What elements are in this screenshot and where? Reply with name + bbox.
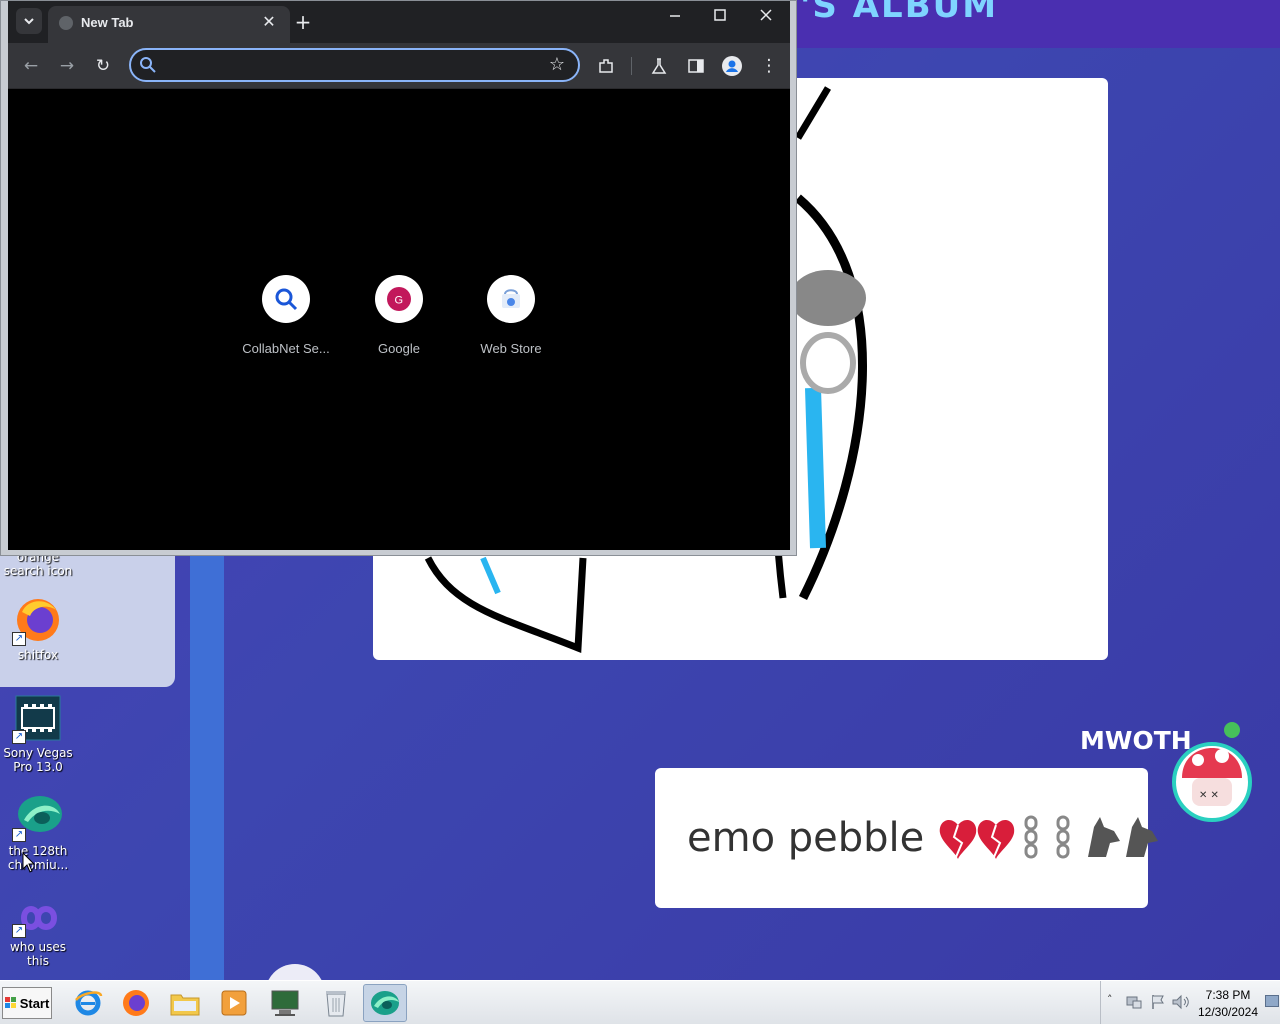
computer-monitor-icon: [271, 990, 299, 1016]
extensions-button[interactable]: [593, 53, 619, 79]
svg-text:✕ ✕: ✕ ✕: [1199, 790, 1219, 801]
wallpaper-bubble-emoji: [938, 813, 1168, 863]
reload-button[interactable]: ↻: [90, 53, 116, 79]
new-tab-page: CollabNet Se... G Google Web Store: [8, 89, 790, 550]
shortcut-collabnet[interactable]: CollabNet Se...: [230, 275, 342, 356]
chromium-icon: ↗: [12, 792, 62, 842]
taskbar-internet-explorer[interactable]: [66, 984, 110, 1022]
shortcut-google[interactable]: G Google: [343, 275, 455, 356]
desktop-icon-label: the 128th chromiu...: [7, 844, 69, 872]
back-button[interactable]: ←: [18, 53, 44, 79]
wallpaper-stripe: [190, 555, 224, 980]
chevron-down-icon: [24, 18, 34, 25]
taskbar-computer[interactable]: [263, 984, 307, 1022]
mushroom-avatar-icon: ✕ ✕: [1172, 722, 1252, 822]
tab-close-button[interactable]: ✕: [258, 11, 280, 33]
shortcut-arrow-icon: ↗: [12, 632, 26, 646]
labs-button[interactable]: [646, 53, 672, 79]
minimize-button[interactable]: [655, 7, 695, 35]
desktop-icon-sony-vegas[interactable]: ↗ Sony Vegas Pro 13.0: [0, 694, 76, 774]
desktop-icon-label: Sony Vegas Pro 13.0: [3, 746, 73, 774]
folder-icon: [170, 994, 200, 1016]
desktop-icon-label: who uses this: [9, 940, 67, 968]
action-center-flag-icon[interactable]: [1149, 993, 1167, 1011]
shortcut-label: Google: [378, 341, 420, 356]
maximize-button[interactable]: [700, 7, 740, 35]
browser-window: New Tab ✕ + ← → ↻ ☆ ⋮ CollabNet Se... G …: [0, 0, 797, 556]
tab-title: New Tab: [81, 15, 134, 30]
wallpaper-bubble-text: emo pebble: [687, 815, 925, 861]
start-button[interactable]: Start: [2, 987, 52, 1019]
taskbar-media-player[interactable]: [212, 984, 256, 1022]
firefox-icon: ↗: [12, 596, 62, 646]
search-icon: [140, 57, 156, 73]
avatar-icon: [722, 56, 742, 76]
wallpaper-chat-bubble: emo pebble: [655, 768, 1159, 908]
google-g-icon: G: [375, 275, 423, 323]
taskbar-chromium[interactable]: [363, 984, 407, 1022]
chromium-icon: [371, 991, 399, 1015]
bookmark-star-icon[interactable]: ☆: [545, 53, 569, 77]
taskbar: Start ˄ 7:38 PM 12/30/2024: [0, 980, 1280, 1024]
browser-titlebar[interactable]: New Tab ✕ +: [8, 1, 790, 43]
internet-explorer-icon: [75, 990, 103, 1016]
desktop-icon-who-uses-this[interactable]: ↗ who uses this: [0, 898, 76, 968]
firefox-icon: [123, 990, 149, 1016]
start-label: Start: [19, 995, 50, 1011]
tab-search-button[interactable]: [16, 8, 42, 34]
minimize-icon: [670, 15, 680, 17]
desktop-icon-shitfox[interactable]: ↗ shitfox: [0, 596, 76, 662]
forward-button[interactable]: →: [54, 53, 80, 79]
show-desktop-button[interactable]: [1265, 995, 1279, 1007]
flask-icon: [651, 58, 667, 74]
browser-toolbar: ← → ↻ ☆ ⋮: [8, 43, 790, 89]
web-store-icon: [487, 275, 535, 323]
volume-icon[interactable]: [1171, 993, 1191, 1011]
wallpaper-album-text: 'S ALBUM: [800, 0, 999, 26]
shortcut-arrow-icon: ↗: [12, 828, 26, 842]
address-bar[interactable]: ☆: [129, 48, 580, 82]
new-tab-button[interactable]: +: [290, 9, 316, 35]
shortcut-web-store[interactable]: Web Store: [455, 275, 567, 356]
magnifier-icon: [262, 275, 310, 323]
globe-icon: [59, 16, 73, 30]
side-panel-button[interactable]: [683, 53, 709, 79]
mouse-cursor-icon: [22, 852, 36, 873]
media-player-icon: [221, 990, 247, 1016]
clock-time[interactable]: 7:38 PM: [1198, 988, 1258, 1002]
film-icon: ↗: [12, 694, 62, 744]
desktop-icon-chromium-128[interactable]: ↗ the 128th chromiu...: [0, 792, 76, 872]
shortcut-label: Web Store: [480, 341, 542, 356]
recycle-bin-icon: [326, 991, 346, 1017]
profile-button[interactable]: [719, 53, 745, 79]
shortcut-arrow-icon: ↗: [12, 730, 26, 744]
maximize-icon: [714, 9, 726, 21]
taskbar-firefox[interactable]: [114, 984, 158, 1022]
close-icon: [760, 9, 772, 21]
address-input[interactable]: [163, 54, 533, 78]
clock-date[interactable]: 12/30/2024: [1196, 1005, 1260, 1019]
shortcut-label: CollabNet Se...: [242, 341, 330, 356]
network-icon[interactable]: [1125, 993, 1143, 1011]
shortcut-arrow-icon: ↗: [12, 924, 26, 938]
side-panel-icon: [688, 59, 704, 73]
taskbar-recycle-bin[interactable]: [314, 984, 358, 1022]
desktop-icon-label: shitfox: [17, 648, 59, 662]
show-hidden-icons-button[interactable]: ˄: [1107, 993, 1113, 1006]
broken-hearts-chains-wolves-icons: [940, 815, 1159, 859]
svg-text:G: G: [395, 295, 404, 307]
wallpaper-bottom-shape: [265, 964, 325, 980]
windows-logo-icon: [4, 997, 16, 1008]
close-window-button[interactable]: [746, 7, 786, 35]
taskbar-file-explorer[interactable]: [163, 984, 207, 1022]
tab-new-tab[interactable]: New Tab ✕: [48, 6, 290, 43]
toolbar-divider: [631, 57, 632, 75]
menu-button[interactable]: ⋮: [756, 53, 782, 79]
infinity-icon: ↗: [12, 898, 62, 938]
puzzle-icon: [599, 59, 613, 73]
